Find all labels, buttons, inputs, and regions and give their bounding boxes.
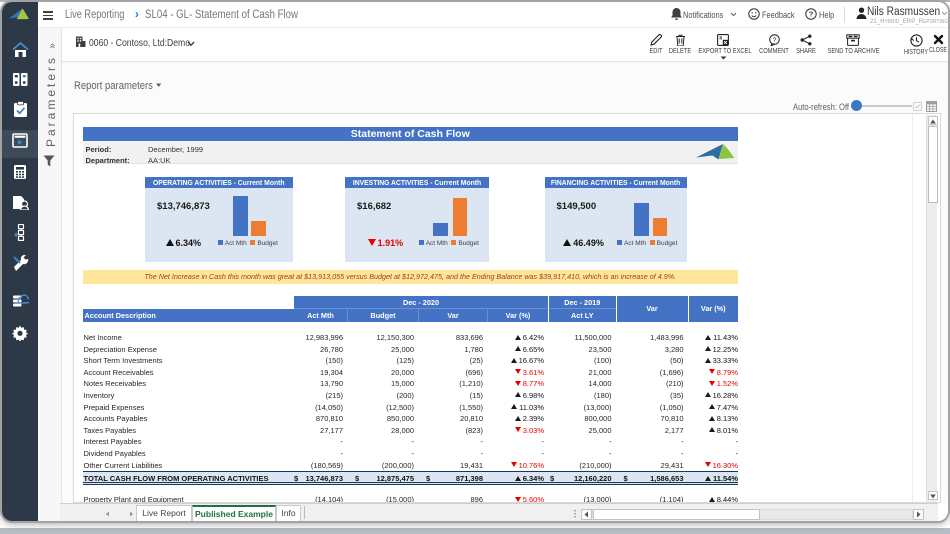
svg-text:?: ? bbox=[809, 10, 814, 19]
